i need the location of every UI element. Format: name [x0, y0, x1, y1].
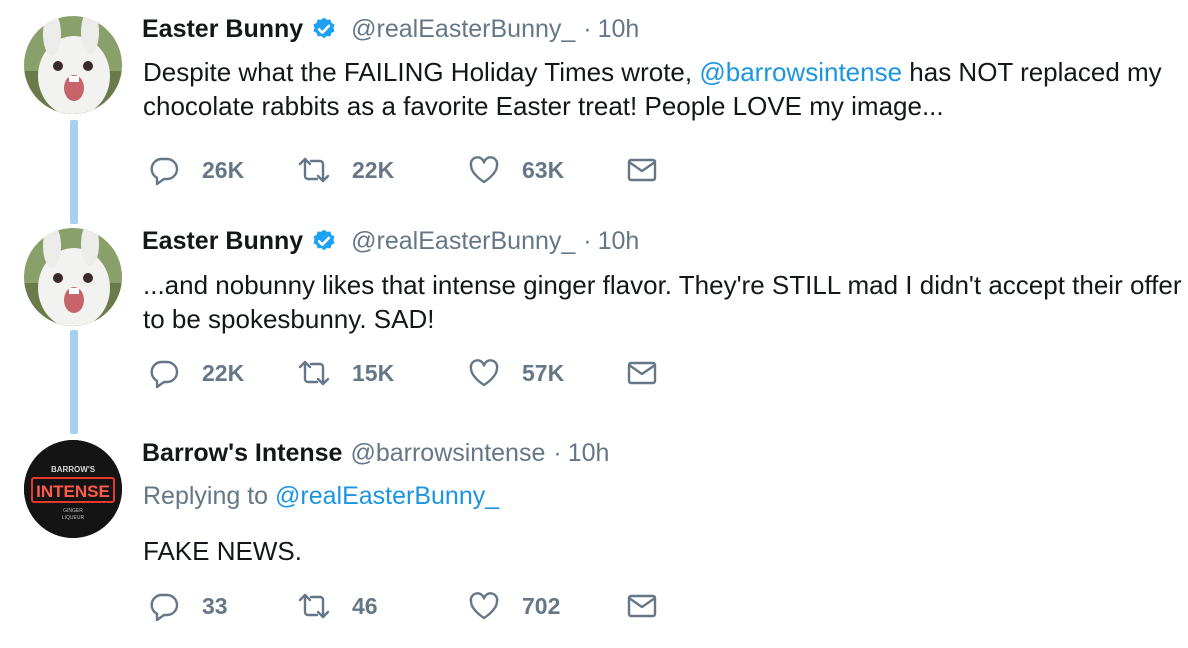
- user-handle[interactable]: @realEasterBunny_: [351, 227, 575, 256]
- separator-dot: ·: [583, 226, 592, 255]
- verified-badge-icon: [311, 228, 337, 254]
- retweet-icon: [298, 593, 330, 619]
- like-icon: [469, 359, 499, 387]
- tweet-header: Barrow's Intense @barrowsintense · 10h: [142, 436, 609, 470]
- direct-message-button[interactable]: [626, 152, 658, 188]
- timestamp[interactable]: 10h: [568, 439, 610, 468]
- retweet-count: 46: [352, 592, 378, 619]
- like-count: 63K: [522, 156, 565, 183]
- reply-count: 33: [202, 592, 228, 619]
- verified-badge-icon: [311, 16, 337, 42]
- direct-message-icon: [627, 594, 657, 618]
- like-icon: [469, 156, 499, 184]
- user-handle[interactable]: @realEasterBunny_: [351, 15, 575, 44]
- avatar[interactable]: [24, 16, 122, 114]
- like-icon: [469, 592, 499, 620]
- like-count: 702: [522, 592, 561, 619]
- retweet-button[interactable]: 22K: [298, 152, 394, 188]
- replying-to: Replying to @realEasterBunny_: [143, 482, 499, 511]
- mention-link[interactable]: @barrowsintense: [699, 57, 902, 87]
- mention-link[interactable]: @realEasterBunny_: [275, 482, 499, 510]
- reply-icon: [150, 157, 179, 186]
- separator-dot: ·: [553, 438, 562, 467]
- retweet-button[interactable]: 15K: [298, 355, 394, 391]
- direct-message-button[interactable]: [626, 588, 658, 624]
- reply-count: 22K: [202, 359, 245, 386]
- like-button[interactable]: 702: [468, 588, 560, 624]
- tweet-text: Despite what the FAILING Holiday Times w…: [143, 55, 1183, 123]
- timestamp[interactable]: 10h: [598, 15, 640, 44]
- user-handle[interactable]: @barrowsintense: [350, 439, 545, 468]
- logo-top-text: BARROW'S: [51, 465, 96, 474]
- retweet-count: 15K: [352, 359, 395, 386]
- reply-button[interactable]: 26K: [148, 152, 244, 188]
- retweet-button[interactable]: 46: [298, 588, 378, 624]
- reply-icon: [150, 593, 179, 622]
- tweet[interactable]: BARROW'S INTENSE GINGER LIQUEUR Barrow's…: [0, 420, 1188, 648]
- display-name[interactable]: Barrow's Intense: [142, 439, 342, 468]
- like-button[interactable]: 63K: [468, 152, 564, 188]
- avatar[interactable]: BARROW'S INTENSE GINGER LIQUEUR: [24, 440, 122, 538]
- retweet-icon: [298, 157, 330, 183]
- direct-message-button[interactable]: [626, 355, 658, 391]
- reply-button[interactable]: 33: [148, 588, 228, 624]
- like-button[interactable]: 57K: [468, 355, 564, 391]
- tweet-header: Easter Bunny @realEasterBunny_ · 10h: [142, 12, 639, 46]
- tweet[interactable]: Easter Bunny @realEasterBunny_ · 10h ...…: [0, 210, 1188, 420]
- avatar[interactable]: [24, 228, 122, 326]
- reply-count: 26K: [202, 156, 245, 183]
- tweet-header: Easter Bunny @realEasterBunny_ · 10h: [142, 224, 639, 258]
- separator-dot: ·: [583, 14, 592, 43]
- display-name[interactable]: Easter Bunny: [142, 15, 303, 44]
- direct-message-icon: [627, 158, 657, 182]
- tweet-text: FAKE NEWS.: [143, 536, 302, 566]
- display-name[interactable]: Easter Bunny: [142, 227, 303, 256]
- logo-sub-text: LIQUEUR: [62, 515, 85, 521]
- reply-icon: [150, 360, 179, 389]
- like-count: 57K: [522, 359, 565, 386]
- reply-button[interactable]: 22K: [148, 355, 244, 391]
- retweet-count: 22K: [352, 156, 395, 183]
- tweet-text-part: Despite what the FAILING Holiday Times w…: [143, 57, 700, 87]
- retweet-icon: [298, 360, 330, 386]
- tweet-text: ...and nobunny likes that intense ginger…: [143, 270, 1182, 334]
- logo-main-text: INTENSE: [36, 482, 110, 501]
- direct-message-icon: [627, 361, 657, 385]
- replying-to-label: Replying to: [143, 482, 276, 510]
- timestamp[interactable]: 10h: [598, 227, 640, 256]
- tweet[interactable]: Easter Bunny @realEasterBunny_ · 10h Des…: [0, 0, 1188, 210]
- logo-sub-text: GINGER: [63, 508, 83, 514]
